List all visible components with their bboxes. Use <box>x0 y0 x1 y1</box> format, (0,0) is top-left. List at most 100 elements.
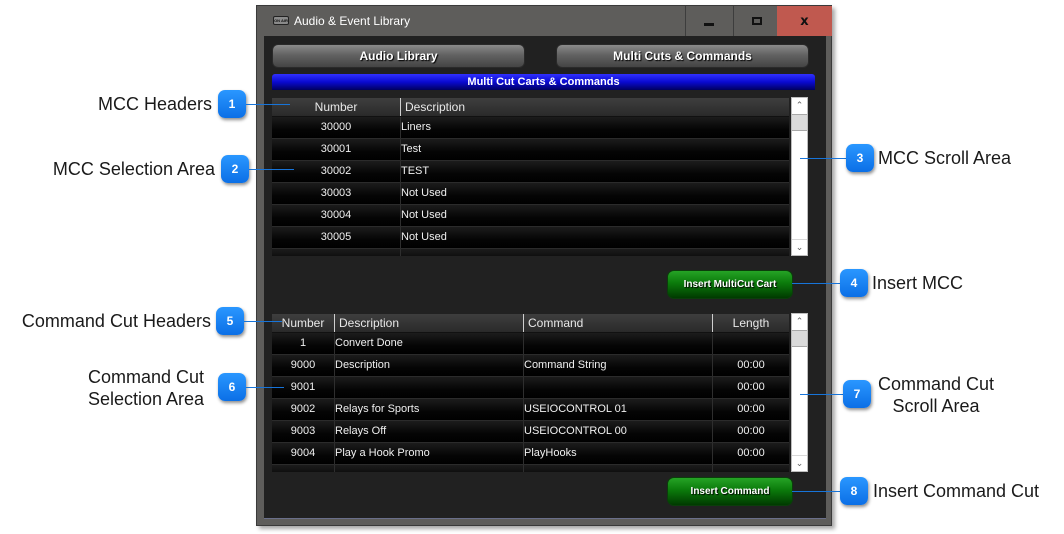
scroll-down-icon[interactable]: ⌄ <box>792 239 807 255</box>
callout-label-line: Scroll Area <box>892 396 980 416</box>
mcc-row[interactable]: 30001 Test <box>272 139 789 161</box>
command-string-cell <box>523 465 712 472</box>
insert-multicut-cart-button[interactable]: Insert MultiCut Cart <box>667 270 793 299</box>
insert-command-button[interactable]: Insert Command <box>667 477 793 506</box>
callout-badge-4: 4 <box>840 269 868 297</box>
callout-leader-3 <box>800 158 846 159</box>
mcc-row[interactable]: 30003 Not Used <box>272 183 789 205</box>
mcc-number-cell: 30004 <box>320 209 352 221</box>
command-length-cell: 00:00 <box>712 421 789 442</box>
column-header-length[interactable]: Length <box>712 314 789 332</box>
command-row[interactable]: 9000 Description Command String 00:00 <box>272 355 789 377</box>
callout-badge-7: 7 <box>843 380 871 408</box>
mcc-row[interactable]: 30005 Not Used <box>272 227 789 249</box>
callout-leader-2 <box>249 169 294 170</box>
callout-label-command-cut-selection-area: Command Cut Selection Area <box>76 366 216 410</box>
mcc-grid-header: Number Description <box>272 98 789 117</box>
command-description-cell: Play a Hook Promo <box>334 443 523 464</box>
client-area: Audio Library Multi Cuts & Commands Mult… <box>264 36 826 519</box>
window-title: Audio & Event Library <box>294 14 411 28</box>
command-length-cell: 00:00 <box>712 377 789 398</box>
callout-label-line: Command Cut <box>87 367 205 387</box>
callout-badge-6: 6 <box>218 373 246 401</box>
mcc-row[interactable]: 30004 Not Used <box>272 205 789 227</box>
minimize-icon <box>704 22 714 26</box>
callout-leader-6 <box>246 387 284 388</box>
tab-audio-library[interactable]: Audio Library <box>272 44 525 68</box>
maximize-button[interactable] <box>733 6 780 36</box>
command-string-cell <box>523 333 712 354</box>
column-header-command[interactable]: Command <box>523 314 712 332</box>
mcc-number-cell: 30001 <box>320 143 352 155</box>
close-icon: x <box>800 13 809 29</box>
callout-label-line: Selection Area <box>87 389 205 409</box>
command-grid-header: Number Description Command Length <box>272 314 789 333</box>
command-row-partial[interactable] <box>272 465 789 472</box>
mcc-row[interactable]: 30002 TEST <box>272 161 789 183</box>
command-description-cell <box>334 465 523 472</box>
callout-label-line: Command Cut <box>877 374 995 394</box>
maximize-icon <box>752 17 762 25</box>
command-number-cell: 9000 <box>290 359 316 371</box>
callout-leader-4 <box>792 283 840 284</box>
command-string-cell: USEIOCONTROL 00 <box>523 421 712 442</box>
scroll-down-icon[interactable]: ⌄ <box>792 455 807 471</box>
mcc-description-cell <box>400 249 789 256</box>
command-string-cell: USEIOCONTROL 01 <box>523 399 712 420</box>
callout-badge-8: 8 <box>840 477 868 505</box>
mcc-description-cell: Not Used <box>400 227 789 248</box>
callout-label-mcc-scroll-area: MCC Scroll Area <box>878 148 1012 168</box>
mcc-row-partial[interactable] <box>272 249 789 256</box>
command-number-cell: 9002 <box>290 403 316 415</box>
command-description-cell: Convert Done <box>334 333 523 354</box>
scroll-thumb[interactable] <box>792 330 807 347</box>
command-row[interactable]: 9004 Play a Hook Promo PlayHooks 00:00 <box>272 443 789 465</box>
title-bar[interactable]: ON AIR Audio & Event Library x <box>257 6 832 36</box>
column-header-description[interactable]: Description <box>400 98 789 116</box>
mcc-number-cell: 30002 <box>320 165 352 177</box>
section-banner: Multi Cut Carts & Commands <box>272 74 815 90</box>
command-number-cell: 9003 <box>290 425 316 437</box>
column-header-number[interactable]: Number <box>272 98 400 116</box>
minimize-button[interactable] <box>685 6 732 36</box>
command-row[interactable]: 9003 Relays Off USEIOCONTROL 00 00:00 <box>272 421 789 443</box>
command-scrollbar[interactable]: ⌃ ⌄ <box>791 313 808 472</box>
command-length-cell <box>712 333 789 354</box>
command-length-cell: 00:00 <box>712 443 789 464</box>
mcc-number-cell: 30005 <box>320 231 352 243</box>
mcc-row[interactable]: 30000 Liners <box>272 117 789 139</box>
command-description-cell <box>334 377 523 398</box>
scroll-up-icon[interactable]: ⌃ <box>792 314 807 330</box>
callout-leader-8 <box>792 491 840 492</box>
mcc-description-cell: Liners <box>400 117 789 138</box>
command-length-cell <box>712 465 789 472</box>
scroll-up-icon[interactable]: ⌃ <box>792 98 807 114</box>
command-grid: Number Description Command Length 1 Conv… <box>272 314 789 472</box>
command-row[interactable]: 9002 Relays for Sports USEIOCONTROL 01 0… <box>272 399 789 421</box>
callout-label-mcc-headers: MCC Headers <box>97 94 212 114</box>
callout-leader-1 <box>246 104 290 105</box>
callout-badge-5: 5 <box>216 307 244 335</box>
callout-badge-3: 3 <box>846 144 874 172</box>
command-length-cell: 00:00 <box>712 355 789 376</box>
command-description-cell: Description <box>334 355 523 376</box>
callout-leader-5 <box>244 321 282 322</box>
command-description-cell: Relays Off <box>334 421 523 442</box>
on-air-icon: ON AIR <box>273 16 289 25</box>
command-row[interactable]: 1 Convert Done <box>272 333 789 355</box>
command-number-cell <box>272 465 334 472</box>
mcc-scrollbar[interactable]: ⌃ ⌄ <box>791 97 808 256</box>
command-string-cell: Command String <box>523 355 712 376</box>
callout-badge-1: 1 <box>218 90 246 118</box>
column-header-description[interactable]: Description <box>334 314 523 332</box>
column-header-number[interactable]: Number <box>272 314 334 332</box>
tab-multi-cuts-commands[interactable]: Multi Cuts & Commands <box>556 44 809 68</box>
close-button[interactable]: x <box>777 6 832 36</box>
command-number-cell: 9004 <box>290 447 316 459</box>
callout-badge-2: 2 <box>221 155 249 183</box>
scroll-thumb[interactable] <box>792 114 807 131</box>
callout-label-insert-mcc: Insert MCC <box>872 273 964 293</box>
command-row[interactable]: 9001 00:00 <box>272 377 789 399</box>
command-length-cell: 00:00 <box>712 399 789 420</box>
command-description-cell: Relays for Sports <box>334 399 523 420</box>
